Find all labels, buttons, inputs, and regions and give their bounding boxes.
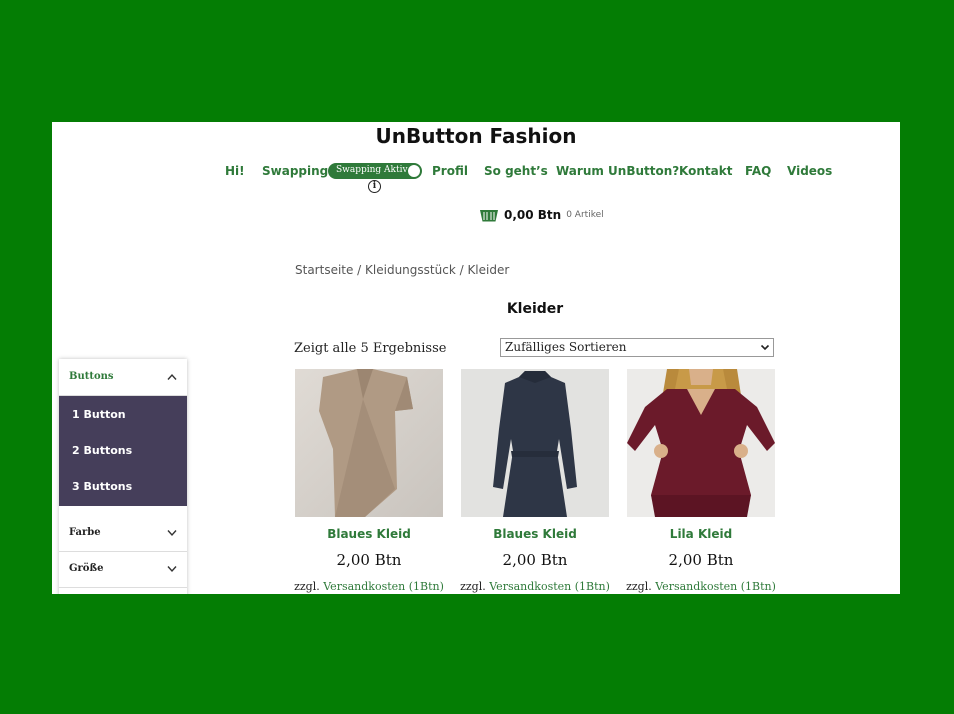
filter-title: Farbe bbox=[69, 527, 101, 538]
chevron-down-icon bbox=[167, 530, 177, 537]
breadcrumb[interactable]: Startseite / Kleidungsstück / Kleider bbox=[295, 263, 509, 277]
toggle-knob bbox=[408, 165, 420, 177]
nav-item-hi[interactable]: Hi! bbox=[225, 164, 245, 178]
cart-total: 0,00 Btn bbox=[504, 208, 562, 222]
filter-title: Größe bbox=[69, 563, 104, 574]
product-name[interactable]: Blaues Kleid bbox=[461, 527, 609, 541]
site-title[interactable]: UnButton Fashion bbox=[52, 124, 900, 148]
main-nav: Hi! Swapping Profil So geht’s Warum UnBu… bbox=[52, 164, 900, 184]
shipping-link[interactable]: Versandkosten (1Btn) bbox=[323, 580, 444, 593]
shipping-link[interactable]: Versandkosten (1Btn) bbox=[489, 580, 610, 593]
filter-option-2-buttons[interactable]: 2 Buttons bbox=[72, 444, 132, 457]
filter-farbe-header[interactable]: Farbe bbox=[59, 515, 187, 552]
product-price: 2,00 Btn bbox=[336, 551, 402, 569]
result-count: Zeigt alle 5 Ergebnisse bbox=[294, 341, 447, 356]
chevron-down-icon bbox=[760, 344, 770, 351]
nav-item-kontakt[interactable]: Kontakt bbox=[679, 164, 732, 178]
sort-selected-value: Zufälliges Sortieren bbox=[505, 340, 627, 354]
info-icon[interactable]: i bbox=[368, 180, 381, 193]
nav-item-faq[interactable]: FAQ bbox=[745, 164, 771, 178]
filter-sidebar: Buttons 1 Button 2 Buttons 3 Buttons Far… bbox=[59, 359, 187, 594]
product-price: 2,00 Btn bbox=[502, 551, 568, 569]
product-shipping: zzgl. Versandkosten (1Btn) bbox=[455, 580, 615, 593]
nav-item-warum-unbutton[interactable]: Warum UnButton? bbox=[556, 164, 679, 178]
page-title: Kleider bbox=[506, 301, 564, 317]
product-image[interactable] bbox=[295, 369, 443, 517]
shipping-prefix: zzgl. bbox=[626, 580, 652, 593]
mini-cart[interactable]: 0,00 Btn 0 Artikel bbox=[480, 206, 604, 224]
chevron-up-icon bbox=[167, 373, 177, 380]
product-shipping: zzgl. Versandkosten (1Btn) bbox=[289, 580, 449, 593]
filter-groesse-header[interactable]: Größe bbox=[59, 551, 187, 588]
product-name[interactable]: Blaues Kleid bbox=[295, 527, 443, 541]
product-image[interactable] bbox=[627, 369, 775, 517]
filter-option-1-button[interactable]: 1 Button bbox=[72, 408, 126, 421]
swapping-toggle-label: Swapping Aktiv bbox=[336, 165, 408, 175]
filter-buttons-options: 1 Button 2 Buttons 3 Buttons bbox=[59, 396, 187, 506]
sort-select[interactable]: Zufälliges Sortieren bbox=[500, 338, 774, 357]
nav-item-swapping[interactable]: Swapping bbox=[262, 164, 328, 178]
chevron-down-icon bbox=[167, 566, 177, 573]
swapping-toggle[interactable]: Swapping Aktiv bbox=[328, 163, 422, 179]
nav-item-so-gehts[interactable]: So geht’s bbox=[484, 164, 548, 178]
page: UnButton Fashion Hi! Swapping Profil So … bbox=[52, 122, 900, 594]
nav-item-videos[interactable]: Videos bbox=[787, 164, 832, 178]
shipping-prefix: zzgl. bbox=[294, 580, 320, 593]
nav-item-profil[interactable]: Profil bbox=[432, 164, 468, 178]
product-price: 2,00 Btn bbox=[668, 551, 734, 569]
basket-icon bbox=[480, 210, 498, 222]
product-shipping: zzgl. Versandkosten (1Btn) bbox=[621, 580, 781, 593]
filter-title: Buttons bbox=[69, 371, 114, 382]
shipping-prefix: zzgl. bbox=[460, 580, 486, 593]
shipping-link[interactable]: Versandkosten (1Btn) bbox=[655, 580, 776, 593]
product-image[interactable] bbox=[461, 369, 609, 517]
cart-count: 0 Artikel bbox=[566, 210, 604, 220]
product-name[interactable]: Lila Kleid bbox=[627, 527, 775, 541]
filter-option-3-buttons[interactable]: 3 Buttons bbox=[72, 480, 132, 493]
filter-buttons-header[interactable]: Buttons bbox=[59, 359, 187, 396]
